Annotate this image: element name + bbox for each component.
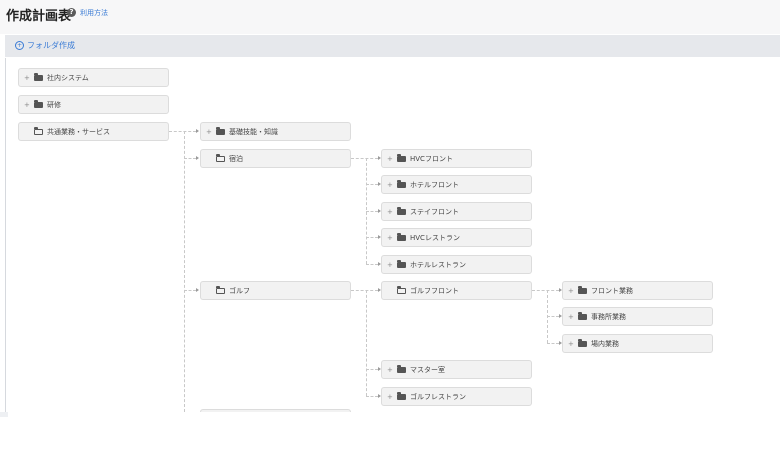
folder-tree: + 社内システム + 研修 共通業務・サービス + 基礎技能・知識 宿泊 ゴルフ [0,58,780,412]
node-label: ホテルフロント [410,181,459,189]
node-label: 研修 [47,101,61,109]
expand-icon[interactable]: + [387,261,393,269]
tree-connector [351,158,378,159]
help-link[interactable]: 利用方法 [80,8,108,18]
node-label: ステイフロント [410,208,459,216]
toolbar: + フォルダ作成 [5,35,780,57]
tree-node-root[interactable]: + 研修 [18,95,169,114]
tree-node[interactable]: 宿泊 [200,149,351,168]
node-label: ゴルフレストラン [410,393,466,401]
tree-node-partial[interactable] [200,409,351,412]
tree-connector [532,290,559,291]
node-label: フロント業務 [591,287,633,295]
node-label: ゴルフフロント [410,287,459,295]
connector-arrow [196,129,199,133]
tree-node-root[interactable]: + 社内システム [18,68,169,87]
tree-node[interactable]: + HVCレストラン [381,228,532,247]
tree-connector [184,131,185,412]
tree-connector [169,131,196,132]
tree-node[interactable]: + ゴルフレストラン [381,387,532,406]
tree-connector [366,264,378,265]
help-icon[interactable]: ? [67,8,76,17]
node-label: 事務所業務 [591,313,626,321]
expand-icon[interactable]: + [387,393,393,401]
page-title: 作成計画表 [6,9,72,24]
tree-node[interactable]: + フロント業務 [562,281,713,300]
tree-node[interactable]: + ステイフロント [381,202,532,221]
folder-icon [578,339,587,347]
folder-create-button[interactable]: + フォルダ作成 [15,40,75,51]
expand-icon[interactable]: + [568,340,574,348]
tree-node[interactable]: + ホテルレストラン [381,255,532,274]
folder-open-icon [216,154,225,162]
folder-icon [397,207,406,215]
tree-node-root[interactable]: 共通業務・サービス [18,122,169,141]
folder-icon [578,312,587,320]
tree-node[interactable]: + 事務所業務 [562,307,713,326]
expand-icon[interactable]: + [387,234,393,242]
tree-connector [547,316,559,317]
tree-node[interactable]: + HVCフロント [381,149,532,168]
node-label: 基礎技能・知識 [229,128,278,136]
connector-arrow [196,156,199,160]
folder-open-icon [216,286,225,294]
tree-connector [366,184,378,185]
node-label: ホテルレストラン [410,261,466,269]
connector-arrow [196,288,199,292]
folder-icon [397,392,406,400]
expand-icon[interactable]: + [24,74,30,82]
tree-left-rail [5,58,6,412]
folder-icon [397,154,406,162]
folder-icon [397,365,406,373]
page-header: 作成計画表 ? 利用方法 [0,0,780,34]
folder-icon [397,260,406,268]
folder-open-icon [34,127,43,135]
folder-icon [34,73,43,81]
node-label: 共通業務・サービス [47,128,110,136]
page-edge-decoration [0,412,8,417]
tree-connector [366,237,378,238]
tree-node[interactable]: + 場内業務 [562,334,713,353]
expand-icon[interactable]: + [568,313,574,321]
folder-icon [397,180,406,188]
node-label: HVCレストラン [410,234,460,242]
folder-icon [34,100,43,108]
tree-connector [351,290,378,291]
folder-open-icon [397,286,406,294]
folder-icon [397,233,406,241]
tree-connector [366,211,378,212]
tree-node[interactable]: + 基礎技能・知識 [200,122,351,141]
tree-node[interactable]: ゴルフフロント [381,281,532,300]
plus-circle-icon: + [15,41,24,50]
node-label: 場内業務 [591,340,619,348]
tree-node[interactable]: + マスター室 [381,360,532,379]
tree-connector [366,369,378,370]
node-label: 宿泊 [229,155,243,163]
tree-node[interactable]: + ホテルフロント [381,175,532,194]
tree-connector [366,396,378,397]
expand-icon[interactable]: + [568,287,574,295]
folder-icon [216,127,225,135]
expand-icon[interactable]: + [206,128,212,136]
node-label: マスター室 [410,366,445,374]
expand-icon[interactable]: + [387,181,393,189]
expand-icon[interactable]: + [387,155,393,163]
tree-node[interactable]: ゴルフ [200,281,351,300]
folder-create-label: フォルダ作成 [27,41,75,50]
expand-icon[interactable]: + [387,366,393,374]
tree-connector [366,290,367,396]
tree-connector [547,343,559,344]
folder-icon [578,286,587,294]
tree-connector [184,290,196,291]
tree-connector [184,158,196,159]
node-label: HVCフロント [410,155,453,163]
node-label: 社内システム [47,74,89,82]
expand-icon[interactable]: + [387,208,393,216]
node-label: ゴルフ [229,287,250,295]
expand-icon[interactable]: + [24,101,30,109]
